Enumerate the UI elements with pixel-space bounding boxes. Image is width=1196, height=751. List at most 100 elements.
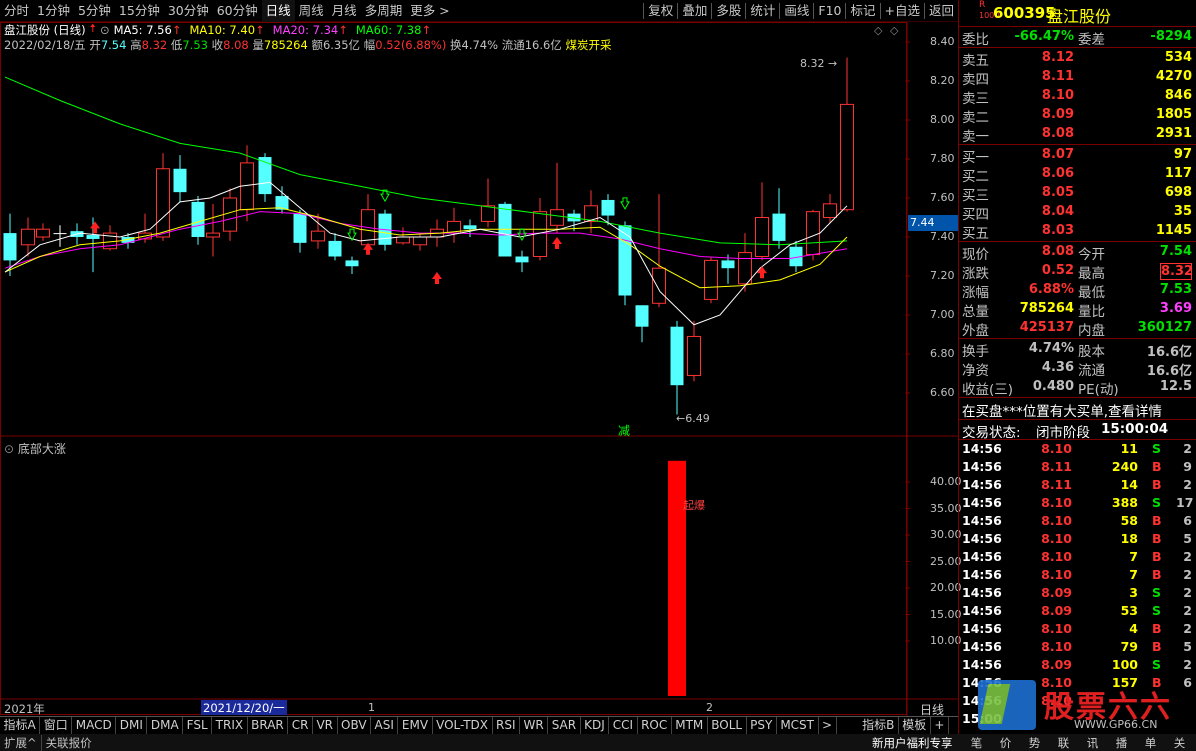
candle-body-up — [823, 203, 837, 219]
tick-price: 8.10 — [1041, 621, 1072, 636]
watermark-icon — [978, 680, 1036, 730]
side-tool-0[interactable]: 笔 — [962, 735, 991, 751]
candle-body-up — [687, 335, 701, 376]
period-tab-10[interactable]: 更多 > — [406, 0, 453, 22]
period-tab-1[interactable]: 1分钟 — [33, 0, 74, 22]
indicator-tab-19[interactable]: ROC — [638, 717, 672, 734]
side-tool-7[interactable]: 关 — [1165, 735, 1194, 751]
tick-count: 5 — [1183, 531, 1192, 546]
indicator-tab-4[interactable]: DMA — [147, 717, 184, 734]
indicator-tab-6[interactable]: TRIX — [212, 717, 248, 734]
tool-button-5[interactable]: F10 — [814, 0, 845, 22]
tick-time: 14:56 — [962, 531, 1002, 546]
side-tool-4[interactable]: 讯 — [1078, 735, 1107, 751]
stat-value-2: 8.32 — [1160, 263, 1194, 280]
period-tab-0[interactable]: 分时 — [0, 0, 33, 22]
indicator-tab-14[interactable]: RSI — [493, 717, 521, 734]
side-tool-1[interactable]: 价 — [991, 735, 1020, 751]
ask-price: 8.08 — [1041, 126, 1074, 141]
stat-value-2: 3.69 — [1159, 301, 1192, 316]
tool-button-4[interactable]: 画线 — [780, 0, 813, 22]
stat-value-2: 7.54 — [1159, 244, 1192, 259]
period-tab-9[interactable]: 多周期 — [361, 0, 407, 22]
indicator-tab-18[interactable]: CCI — [609, 717, 638, 734]
kline-chart[interactable] — [0, 22, 958, 716]
promo-link[interactable]: 新用户福利专享 — [872, 735, 953, 751]
buy-arrow-icon — [552, 236, 562, 249]
indicator-tab-12[interactable]: EMV — [398, 717, 433, 734]
candle-body-up — [206, 232, 220, 238]
tick-price: 8.09 — [1041, 585, 1072, 600]
indicator-tab-27[interactable]: + — [931, 717, 949, 734]
indicator-tab-26[interactable]: 模板 — [899, 717, 931, 734]
tool-button-6[interactable]: 标记 — [846, 0, 879, 22]
stat-label: 涨幅 — [962, 285, 989, 301]
tick-count: 2 — [1183, 477, 1192, 492]
tool-button-0[interactable]: 复权 — [644, 0, 677, 22]
side-tool-3[interactable]: 联 — [1049, 735, 1078, 751]
panel-separator — [958, 397, 1196, 398]
stat2-label: 换手 — [962, 344, 989, 360]
indicator-tab-21[interactable]: BOLL — [708, 717, 747, 734]
indicator-tab-24[interactable]: > — [819, 717, 837, 734]
side-tool-6[interactable]: 单 — [1136, 735, 1165, 751]
period-tab-6[interactable]: 日线 — [261, 0, 295, 22]
tool-button-2[interactable]: 多股 — [712, 0, 745, 22]
price-label: 7.80 — [930, 152, 955, 165]
indicator-tab-5[interactable]: FSL — [183, 717, 213, 734]
indicator-tab-20[interactable]: MTM — [672, 717, 708, 734]
indicator-tab-17[interactable]: KDJ — [581, 717, 610, 734]
tick-count: 17 — [1176, 495, 1194, 510]
tick-price: 8.10 — [1041, 513, 1072, 528]
candle-body-down — [53, 233, 67, 235]
bid-price: 8.04 — [1041, 204, 1074, 219]
indicator-tab-2[interactable]: MACD — [72, 717, 117, 734]
period-tab-2[interactable]: 5分钟 — [74, 0, 115, 22]
indicator-tab-9[interactable]: VR — [313, 717, 338, 734]
indicator-tab-15[interactable]: WR — [520, 717, 549, 734]
sub-panel-title[interactable]: ⊙ 底部大涨 — [4, 440, 66, 457]
tick-count: 2 — [1183, 567, 1192, 582]
period-tab-3[interactable]: 15分钟 — [115, 0, 164, 22]
bid-volume: 97 — [1173, 147, 1192, 162]
period-tab-4[interactable]: 30分钟 — [164, 0, 213, 22]
collapse-circle-icon[interactable]: ⊙ — [4, 442, 14, 456]
indicator-tab-13[interactable]: VOL-TDX — [433, 717, 493, 734]
indicator-tab-10[interactable]: OBV — [338, 717, 372, 734]
indicator-tab-22[interactable]: PSY — [747, 717, 777, 734]
tool-button-8[interactable]: 返回 — [925, 0, 958, 22]
period-tab-8[interactable]: 月线 — [328, 0, 361, 22]
indicator-tab-1[interactable]: 窗口 — [40, 717, 73, 734]
stat2-value-2: 12.5 — [1159, 379, 1192, 394]
period-tab-7[interactable]: 周线 — [295, 0, 328, 22]
indicator-tab-7[interactable]: BRAR — [248, 717, 289, 734]
tick-time: 14:56 — [962, 639, 1002, 654]
big-order-notice[interactable]: 在买盘***位置有大买单,查看详情 — [962, 400, 1162, 420]
tick-volume: 14 — [1120, 477, 1138, 492]
tool-button-7[interactable]: +自选 — [881, 0, 924, 22]
expand-button[interactable]: 扩展^ — [0, 734, 42, 751]
indicator-tab-23[interactable]: MCST — [777, 717, 819, 734]
candle-body-down — [515, 256, 529, 263]
related-quote-button[interactable]: 关联报价 — [42, 735, 96, 751]
period-tab-5[interactable]: 60分钟 — [213, 0, 262, 22]
min-price-label: 6.49 — [685, 412, 710, 425]
panel-separator — [958, 144, 1196, 145]
trade-status-value: 闭市阶段 — [1036, 425, 1090, 441]
tick-volume: 3 — [1129, 585, 1138, 600]
tool-button-3[interactable]: 统计 — [746, 0, 779, 22]
side-tool-5[interactable]: 播 — [1107, 735, 1136, 751]
tick-side: B — [1152, 639, 1162, 654]
indicator-tab-8[interactable]: CR — [288, 717, 313, 734]
indicator-tab-25[interactable]: 指标B — [859, 717, 899, 734]
buy-arrow-icon — [90, 221, 100, 234]
indicator-tab-3[interactable]: DMI — [116, 717, 148, 734]
ask-price: 8.09 — [1041, 107, 1074, 122]
indicator-tab-16[interactable]: SAR — [548, 717, 581, 734]
candlesticks — [3, 57, 854, 415]
stat-value: 6.88% — [1028, 282, 1074, 297]
side-tool-2[interactable]: 势 — [1020, 735, 1049, 751]
indicator-tab-0[interactable]: 指标A — [0, 717, 41, 734]
indicator-tab-11[interactable]: ASI — [371, 717, 399, 734]
tool-button-1[interactable]: 叠加 — [678, 0, 711, 22]
